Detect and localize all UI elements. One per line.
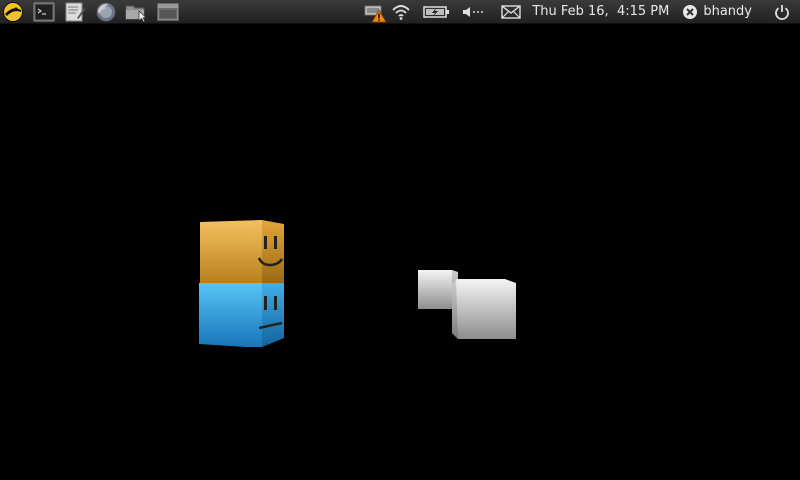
firefox-icon xyxy=(96,1,116,22)
user-status-button[interactable] xyxy=(681,0,699,24)
power-icon xyxy=(775,4,789,20)
user-status-icon xyxy=(683,4,698,19)
battery-button[interactable] xyxy=(422,0,452,24)
block-scene xyxy=(199,220,516,347)
large-white-block[interactable] xyxy=(452,279,516,339)
mail-button[interactable] xyxy=(500,0,522,24)
mail-icon xyxy=(501,4,522,19)
volume-icon xyxy=(463,6,484,17)
clock[interactable]: Thu Feb 16, 4:15 PM xyxy=(532,4,669,19)
battery-icon xyxy=(423,5,450,18)
file-manager-icon xyxy=(125,5,147,22)
top-panel: Thu Feb 16, 4:15 PM bhandy xyxy=(0,0,800,24)
wifi-icon xyxy=(392,4,410,20)
text-editor-icon xyxy=(65,2,86,21)
power-button[interactable] xyxy=(772,0,792,24)
window-launcher[interactable] xyxy=(155,0,181,24)
terminal-launcher[interactable] xyxy=(31,0,57,24)
volume-button[interactable] xyxy=(462,0,488,24)
orange-smiley-block[interactable] xyxy=(200,220,284,283)
main-menu-button[interactable] xyxy=(0,0,26,24)
firefox-launcher[interactable] xyxy=(93,0,119,24)
main-menu-icon xyxy=(3,1,23,22)
username-label[interactable]: bhandy xyxy=(703,4,752,19)
window-icon xyxy=(157,3,179,20)
screen: Thu Feb 16, 4:15 PM bhandy xyxy=(0,0,800,480)
network-status-button[interactable] xyxy=(364,0,388,24)
blue-neutral-block[interactable] xyxy=(199,283,284,347)
network-warning-icon xyxy=(364,5,388,22)
system-tray: Thu Feb 16, 4:15 PM bhandy xyxy=(364,0,800,24)
wifi-button[interactable] xyxy=(390,0,412,24)
launcher-bar xyxy=(0,0,186,24)
desktop-area xyxy=(0,25,800,480)
terminal-icon xyxy=(33,2,55,21)
file-manager-launcher[interactable] xyxy=(124,0,150,24)
text-editor-launcher[interactable] xyxy=(62,0,88,24)
